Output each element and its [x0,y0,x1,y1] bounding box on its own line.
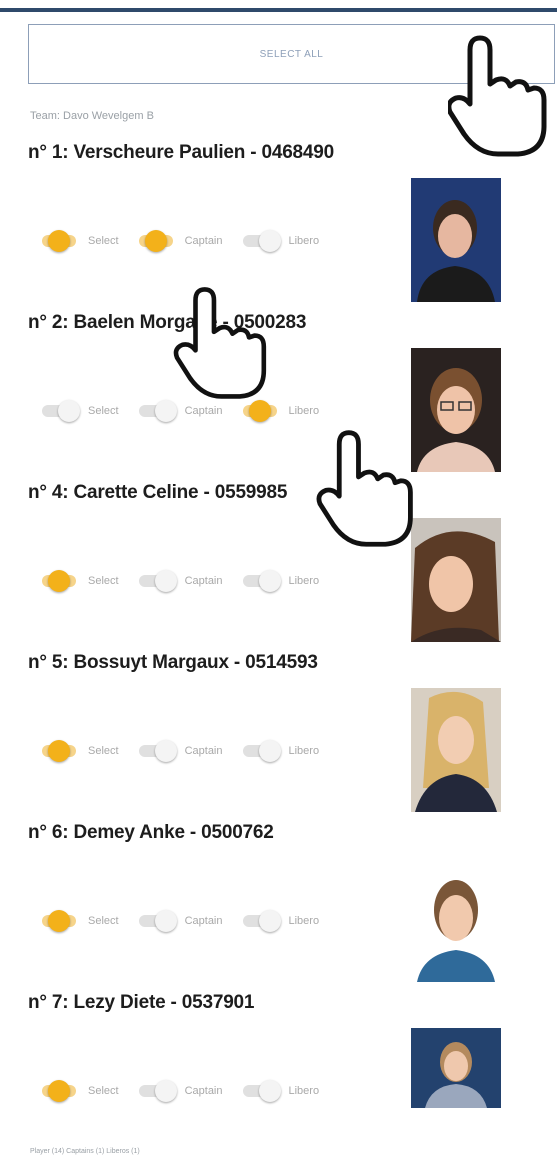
player-row: n° 7: Lezy Diete - 0537901 Select Captai… [0,992,557,1162]
toggle-switch[interactable] [135,400,177,422]
toggle-label: Select [88,235,119,247]
toggle-switch[interactable] [239,1080,281,1102]
toggle-label: Libero [288,405,320,417]
toggle-label: Captain [184,405,223,417]
player-title: n° 1: Verscheure Paulien - 0468490 [28,142,335,163]
libero-toggle[interactable]: Libero [239,1080,320,1102]
toggle-label: Captain [184,575,223,587]
toggle-switch[interactable] [135,230,177,252]
toggle-switch[interactable] [239,230,281,252]
toggle-label: Libero [288,235,320,247]
libero-toggle[interactable]: Libero [239,910,320,932]
toggle-label: Select [88,1085,119,1097]
libero-toggle[interactable]: Libero [239,740,320,762]
select-toggle[interactable]: Select [38,740,119,762]
toggle-switch[interactable] [38,740,80,762]
toggle-label: Captain [184,745,223,757]
select-toggle[interactable]: Select [38,910,119,932]
summary-footer: Player (14) Captains (1) Liberos (1) [30,1148,140,1155]
toggle-switch[interactable] [135,740,177,762]
toggle-switch[interactable] [38,910,80,932]
player-row: n° 2: Baelen Morgane - 0500283 Select Ca… [0,312,557,482]
toggle-switch[interactable] [135,1080,177,1102]
player-row: n° 6: Demey Anke - 0500762 Select Captai… [0,822,557,992]
player-photo [411,858,501,982]
player-title: n° 4: Carette Celine - 0559985 [28,482,288,503]
toggle-label: Libero [288,575,320,587]
captain-toggle[interactable]: Captain [135,910,223,932]
toggle-label: Select [88,575,119,587]
libero-toggle[interactable]: Libero [239,570,320,592]
select-toggle[interactable]: Select [38,230,119,252]
toggle-label: Libero [288,1085,320,1097]
player-title: n° 2: Baelen Morgane - 0500283 [28,312,307,333]
toggle-label: Captain [184,1085,223,1097]
player-photo [411,348,501,472]
select-all-button[interactable]: SELECT ALL [28,24,555,84]
toggle-label: Select [88,405,119,417]
toggle-label: Captain [184,915,223,927]
player-row: n° 1: Verscheure Paulien - 0468490 Selec… [0,142,557,312]
select-toggle[interactable]: Select [38,570,119,592]
toggle-label: Libero [288,745,320,757]
toggle-label: Select [88,745,119,757]
toggle-switch[interactable] [239,740,281,762]
player-row: n° 4: Carette Celine - 0559985 Select Ca… [0,482,557,652]
toggle-switch[interactable] [239,400,281,422]
player-photo [411,1028,501,1108]
header-bar [0,8,557,12]
player-title: n° 5: Bossuyt Margaux - 0514593 [28,652,318,673]
player-photo [411,688,501,812]
select-toggle[interactable]: Select [38,400,119,422]
captain-toggle[interactable]: Captain [135,230,223,252]
captain-toggle[interactable]: Captain [135,1080,223,1102]
captain-toggle[interactable]: Captain [135,400,223,422]
player-photo [411,518,501,642]
toggle-label: Select [88,915,119,927]
player-photo [411,178,501,302]
team-label: Team: Davo Wevelgem B [30,110,154,122]
toggle-switch[interactable] [38,400,80,422]
toggle-switch[interactable] [38,570,80,592]
toggle-switch[interactable] [135,570,177,592]
player-title: n° 6: Demey Anke - 0500762 [28,822,274,843]
toggle-switch[interactable] [38,230,80,252]
toggle-label: Libero [288,915,320,927]
toggle-switch[interactable] [239,910,281,932]
captain-toggle[interactable]: Captain [135,740,223,762]
toggle-switch[interactable] [135,910,177,932]
libero-toggle[interactable]: Libero [239,230,320,252]
player-row: n° 5: Bossuyt Margaux - 0514593 Select C… [0,652,557,822]
libero-toggle[interactable]: Libero [239,400,320,422]
toggle-label: Captain [184,235,223,247]
player-title: n° 7: Lezy Diete - 0537901 [28,992,255,1013]
toggle-switch[interactable] [239,570,281,592]
captain-toggle[interactable]: Captain [135,570,223,592]
select-toggle[interactable]: Select [38,1080,119,1102]
toggle-switch[interactable] [38,1080,80,1102]
